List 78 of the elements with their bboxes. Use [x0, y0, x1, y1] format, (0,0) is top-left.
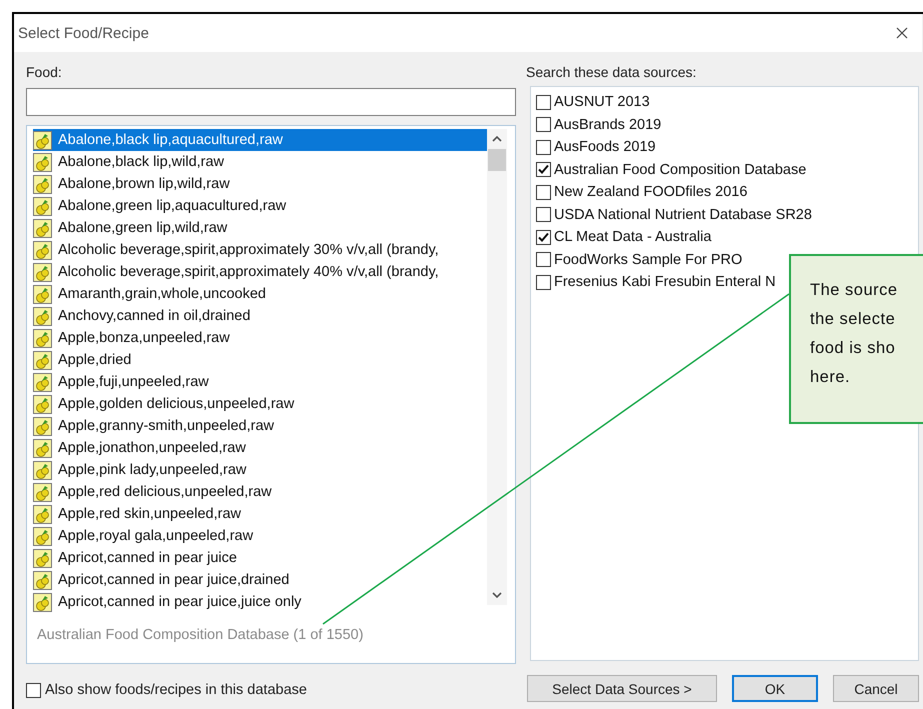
pear-icon: [33, 196, 52, 216]
scroll-down-icon[interactable]: [491, 591, 503, 599]
data-source-label: FoodWorks Sample For PRO: [554, 252, 742, 268]
data-source-label: USDA National Nutrient Database SR28: [554, 206, 812, 223]
close-icon[interactable]: [896, 27, 908, 39]
pear-icon: [33, 394, 52, 414]
pear-icon: [33, 284, 52, 304]
checked-checkbox[interactable]: [536, 230, 551, 245]
checkbox[interactable]: [536, 207, 551, 222]
pear-icon: [33, 482, 52, 502]
checkbox[interactable]: [536, 140, 551, 155]
scroll-up-icon[interactable]: [491, 135, 503, 143]
pear-icon: [33, 592, 52, 612]
food-list-item[interactable]: Apple,red skin,unpeeled,raw: [33, 503, 487, 525]
window-title: Select Food/Recipe: [18, 24, 149, 42]
pear-icon: [33, 174, 52, 194]
food-list-item[interactable]: Apricot,canned in pear juice,drained: [33, 569, 487, 591]
data-source-label: CL Meat Data - Australia: [554, 229, 712, 246]
checkbox[interactable]: [536, 94, 551, 110]
food-list-item[interactable]: Apple,golden delicious,unpeeled,raw: [33, 393, 487, 415]
food-list-item[interactable]: Apple,dried: [33, 349, 487, 371]
food-list-item[interactable]: Abalone,brown lip,wild,raw: [33, 173, 487, 195]
food-label: Food:: [26, 64, 63, 82]
food-list-item[interactable]: Apricot,canned in pear juice: [33, 547, 487, 569]
pear-icon: [33, 218, 52, 238]
food-list-item[interactable]: Abalone,black lip,aquacultured,raw: [33, 129, 487, 151]
food-list-item[interactable]: Apple,bonza,unpeeled,raw: [33, 327, 487, 349]
data-sources-label: Search these data sources:: [526, 64, 698, 82]
pear-icon: [33, 328, 52, 348]
callout-text: The source the selecte food is sho here.: [810, 280, 898, 388]
data-source-label: AusFoods 2019: [554, 139, 656, 156]
ok-button[interactable]: OK: [732, 675, 818, 702]
food-list-item[interactable]: Alcoholic beverage,spirit,approximately 40% v/v,all (brandy,: [33, 261, 487, 283]
status-text: Australian Food Composition Database (1 of 1550): [36, 626, 364, 643]
checkbox[interactable]: [536, 117, 551, 132]
food-list-item[interactable]: Alcoholic beverage,spirit,approximately 30% v/v,all (brandy,: [33, 239, 487, 261]
data-source-label: AusBrands 2019: [554, 116, 662, 133]
food-list-item[interactable]: Apple,fuji,unpeeled,raw: [33, 371, 487, 393]
cancel-button[interactable]: Cancel: [833, 675, 919, 702]
scrollbar[interactable]: [487, 129, 507, 605]
pear-icon: [33, 372, 52, 392]
food-list-item[interactable]: Abalone,black lip,wild,raw: [33, 151, 487, 173]
food-list-item[interactable]: Anchovy,canned in oil,drained: [33, 305, 487, 327]
food-list-item[interactable]: Apple,royal gala,unpeeled,raw: [33, 525, 487, 547]
pear-icon: [33, 130, 52, 150]
pear-icon: [33, 240, 52, 260]
food-list-item[interactable]: Apricot,canned in pear juice,juice only: [33, 591, 487, 613]
pear-icon: [33, 152, 52, 172]
food-list-item[interactable]: Abalone,green lip,aquacultured,raw: [33, 195, 487, 217]
pear-icon: [33, 416, 52, 436]
pear-icon: [33, 438, 52, 458]
pear-icon: [33, 504, 52, 524]
scrollbar-thumb[interactable]: [488, 149, 506, 171]
pear-icon: [33, 350, 52, 370]
food-list-item[interactable]: Abalone,green lip,wild,raw: [33, 217, 487, 239]
data-source-label: New Zealand FOODfiles 2016: [554, 184, 748, 200]
data-source-label: Fresenius Kabi Fresubin Enteral N: [554, 274, 776, 290]
checkbox[interactable]: [536, 252, 551, 268]
checkbox[interactable]: [536, 184, 551, 200]
food-list-item[interactable]: Amaranth,grain,whole,uncooked: [33, 283, 487, 305]
pear-icon: [33, 526, 52, 546]
pear-icon: [33, 262, 52, 282]
checkbox[interactable]: [536, 274, 551, 290]
data-source-label: AUSNUT 2013: [554, 94, 650, 110]
food-list-item[interactable]: Apple,granny-smith,unpeeled,raw: [33, 415, 487, 437]
pear-icon: [33, 306, 52, 326]
food-list-item[interactable]: Apple,pink lady,unpeeled,raw: [33, 459, 487, 481]
select-sources-button[interactable]: Select Data Sources >: [527, 675, 717, 702]
checked-checkbox[interactable]: [536, 162, 551, 178]
data-source-label: Australian Food Composition Database: [554, 162, 806, 178]
pear-icon: [33, 548, 52, 568]
pear-icon: [33, 570, 52, 590]
checkbox[interactable]: [26, 682, 41, 698]
food-list-item[interactable]: Apple,jonathon,unpeeled,raw: [33, 437, 487, 459]
food-search-field[interactable]: [26, 88, 516, 116]
pear-icon: [33, 460, 52, 480]
food-list-item[interactable]: Apple,red delicious,unpeeled,raw: [33, 481, 487, 503]
checkbox-label: Also show foods/recipes in this database: [45, 682, 307, 698]
